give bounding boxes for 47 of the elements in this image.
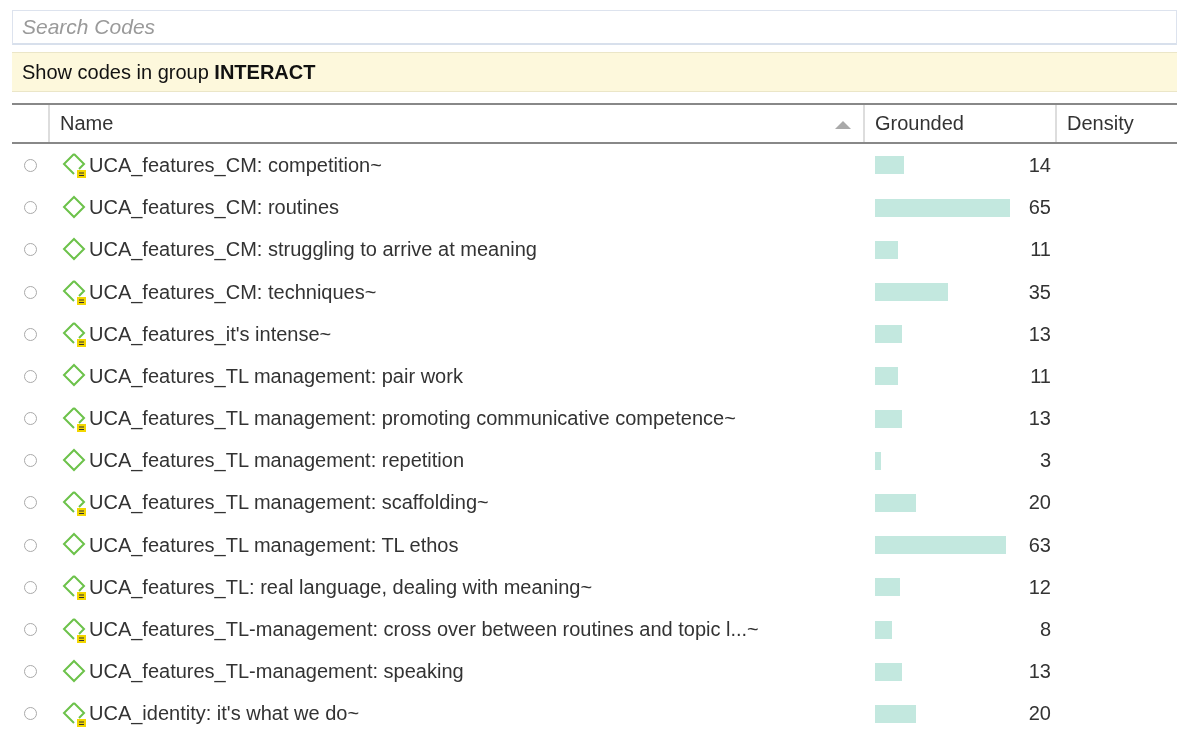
code-name: UCA_features_TL management: pair work — [89, 364, 463, 388]
grounded-bar — [875, 325, 902, 344]
column-header[interactable]: Grounded — [863, 105, 1055, 143]
grounded-count: 63 — [1027, 533, 1051, 557]
grounded-bar — [875, 409, 902, 428]
grounded-bar — [875, 662, 902, 681]
column-header[interactable]: Name — [48, 105, 863, 143]
search-field[interactable]: Search Codes — [12, 10, 1177, 46]
code-name: UCA_features_TL management: scaffolding~ — [89, 491, 489, 515]
grounded-bar — [875, 578, 900, 597]
column-label: Grounded — [875, 112, 964, 136]
grounded-bar — [875, 704, 917, 723]
grounded-count: 8 — [1038, 618, 1051, 642]
column-label: Density — [1067, 112, 1134, 136]
grounded-bar — [875, 620, 892, 639]
code-name: UCA_features_it's intense~ — [89, 322, 332, 346]
grounded-bar — [875, 367, 898, 386]
code-name: UCA_features_CM: techniques~ — [89, 280, 377, 304]
grounded-count: 35 — [1027, 280, 1051, 304]
code-name: UCA_features_TL management: TL ethos — [89, 533, 459, 557]
code-name: UCA_features_TL-management: cross over between routines and topic l...~ — [89, 618, 759, 642]
grounded-count: 12 — [1027, 575, 1051, 599]
grounded-bar — [875, 493, 917, 512]
code-name: UCA_identity: it's what we do~ — [89, 702, 360, 726]
grounded-count: 14 — [1027, 153, 1051, 177]
grounded-count: 13 — [1027, 660, 1051, 684]
column-header[interactable]: Density — [1055, 105, 1177, 143]
grounded-count: 65 — [1027, 196, 1051, 220]
grounded-count: 20 — [1027, 702, 1051, 726]
code-name: UCA_features_CM: routines — [89, 196, 340, 220]
filter-bar: Show codes in group INTERACT — [12, 52, 1177, 93]
grounded-count: 3 — [1038, 449, 1051, 473]
code-name: UCA_features_CM: competition~ — [89, 153, 382, 177]
code-name: UCA_features_TL management: repetition — [89, 449, 465, 473]
code-name: UCA_features_TL: real language, dealing with meaning~ — [89, 575, 593, 599]
column-label: Name — [60, 112, 114, 136]
grounded-count: 11 — [1029, 364, 1051, 388]
grounded-bar — [875, 451, 882, 470]
grounded-count: 20 — [1027, 491, 1051, 515]
grounded-bar — [875, 240, 898, 259]
grounded-count: 11 — [1029, 238, 1051, 262]
grounded-count: 13 — [1027, 407, 1051, 431]
grounded-bar — [875, 156, 904, 175]
code-name: UCA_features_TL-management: speaking — [89, 660, 464, 684]
code-name: UCA_features_CM: struggling to arrive at meaning — [89, 238, 537, 262]
code-name: UCA_features_TL management: promoting communicative competence~ — [89, 407, 736, 431]
grounded-count: 13 — [1027, 322, 1051, 346]
